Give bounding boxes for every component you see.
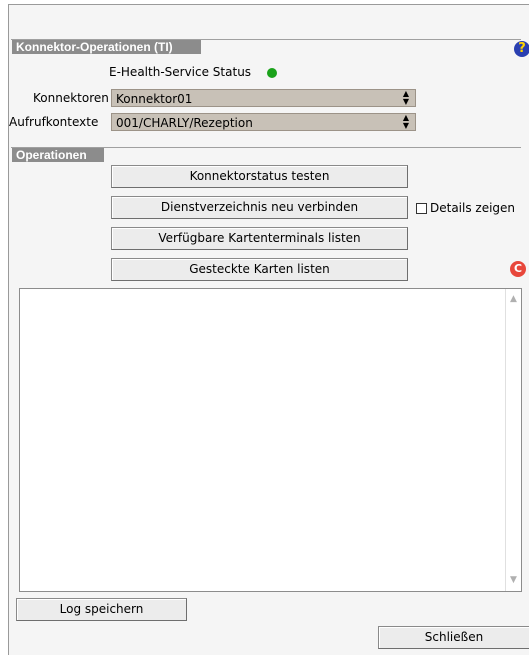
konnektoren-select-value: Konnektor01 xyxy=(116,92,193,106)
ehealth-status-label: E-Health-Service Status xyxy=(109,65,252,79)
log-content xyxy=(20,289,521,297)
list-inserted-cards-button[interactable]: Gesteckte Karten listen xyxy=(111,258,408,281)
aufrufkontexte-select[interactable]: 001/CHARLY/Rezeption ▲ ▼ xyxy=(111,113,416,131)
details-checkbox[interactable] xyxy=(416,203,427,214)
konnektor-dialog: Konnektor-Operationen (TI) ? E-Health-Se… xyxy=(8,4,529,655)
reconnect-directory-button[interactable]: Dienstverzeichnis neu verbinden xyxy=(111,196,408,219)
status-indicator-icon xyxy=(267,68,277,78)
select-arrows-icon: ▲ ▼ xyxy=(402,113,409,130)
scroll-down-icon[interactable]: ▼ xyxy=(508,576,519,585)
test-connector-status-button[interactable]: Konnektorstatus testen xyxy=(111,165,408,188)
aufrufkontexte-select-value: 001/CHARLY/Rezeption xyxy=(116,116,253,130)
operations-section-title: Operationen xyxy=(12,148,104,162)
reload-icon[interactable]: C xyxy=(510,261,526,277)
log-scrollbar[interactable]: ▲ ▼ xyxy=(505,289,521,591)
scroll-up-icon[interactable]: ▲ xyxy=(508,295,519,304)
connector-section-title: Konnektor-Operationen (TI) xyxy=(12,40,201,54)
help-icon[interactable]: ? xyxy=(514,41,529,57)
close-button[interactable]: Schließen xyxy=(378,626,529,649)
list-card-terminals-button[interactable]: Verfügbare Kartenterminals listen xyxy=(111,227,408,250)
konnektoren-select[interactable]: Konnektor01 ▲ ▼ xyxy=(111,89,416,107)
log-textarea[interactable]: ▲ ▼ xyxy=(19,288,522,592)
select-arrows-icon: ▲ ▼ xyxy=(402,89,409,106)
save-log-button[interactable]: Log speichern xyxy=(16,598,187,621)
aufrufkontexte-label: Aufrufkontexte xyxy=(9,115,99,129)
details-checkbox-label[interactable]: Details zeigen xyxy=(430,199,515,217)
konnektoren-label: Konnektoren xyxy=(33,91,109,105)
